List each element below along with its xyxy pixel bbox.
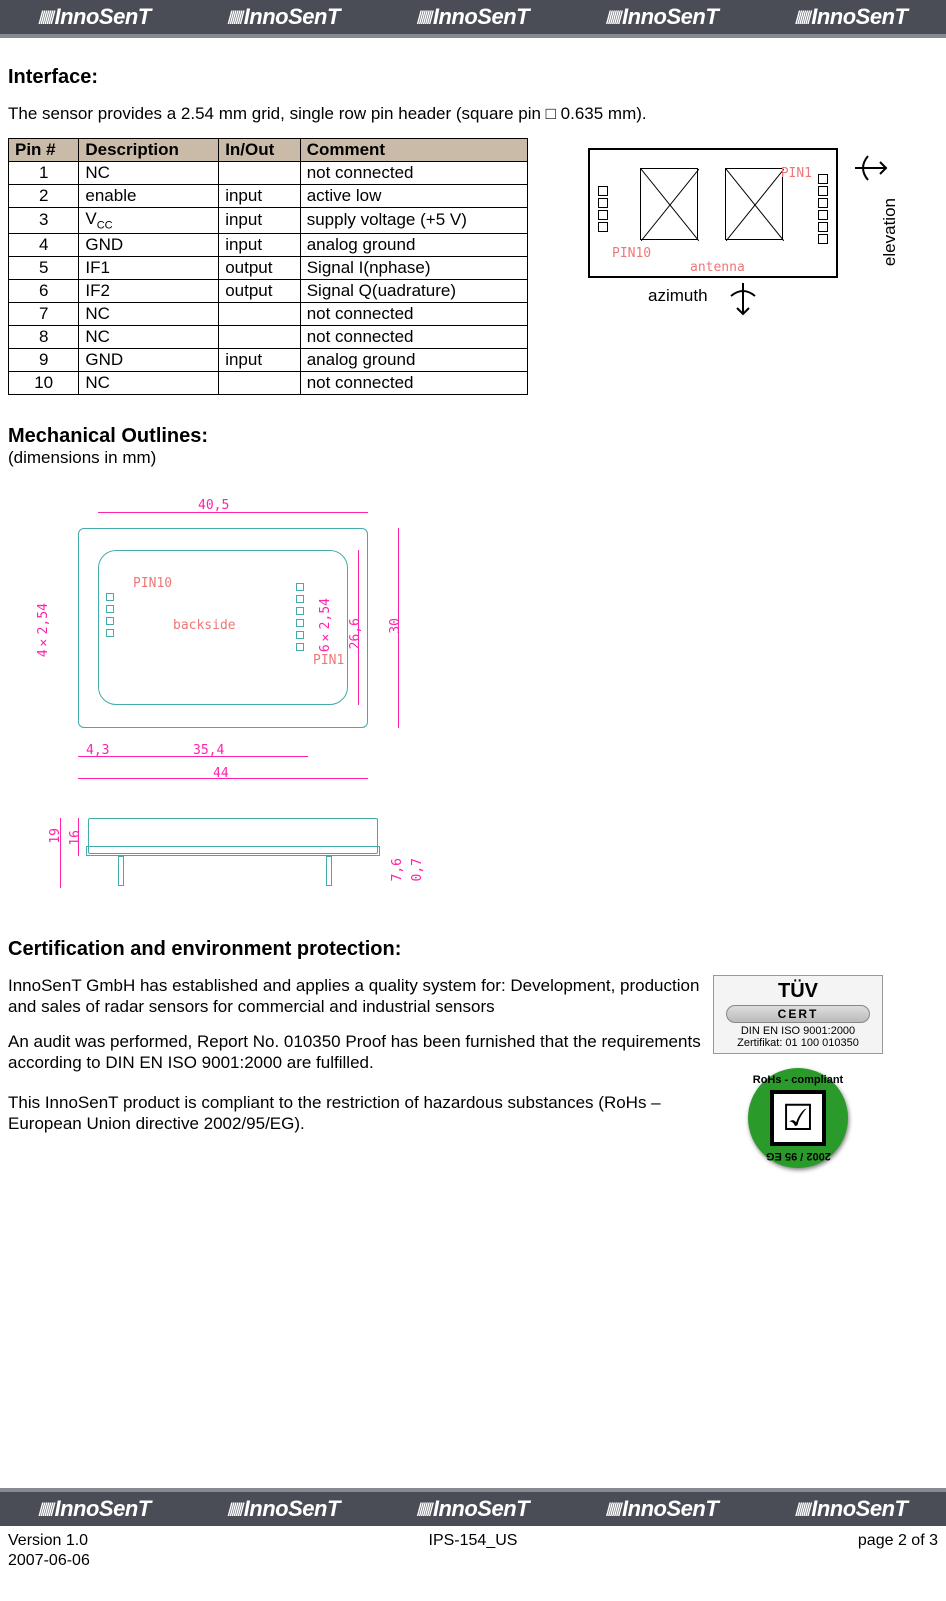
label-elevation: elevation — [880, 198, 900, 266]
dim-pitch-6: 6×2,54 — [318, 598, 333, 652]
dim-height-inner: 26,6 — [348, 618, 363, 649]
label-pin1: PIN1 — [781, 166, 812, 181]
label-antenna: antenna — [690, 260, 745, 275]
mechanical-drawing: PIN10 PIN1 backside 40,5 4,3 35,4 44 30 … — [18, 488, 418, 908]
dim-side-p2: 0,7 — [410, 858, 425, 881]
dim-width-inner: 40,5 — [198, 498, 229, 513]
cert-paragraph-1: InnoSenT GmbH has established and applie… — [8, 975, 708, 1018]
brand-logo: ///////InnoSenT — [38, 4, 150, 30]
footer-page: page 2 of 3 — [858, 1532, 938, 1550]
mechanical-subtitle: (dimensions in mm) — [8, 448, 938, 468]
brand-logo: ///////InnoSenT — [228, 4, 340, 30]
interface-intro: The sensor provides a 2.54 mm grid, sing… — [8, 103, 938, 124]
brand-logo: ///////InnoSenT — [606, 1496, 718, 1522]
label-pin1: PIN1 — [313, 653, 344, 668]
brand-logo: ///////InnoSenT — [38, 1496, 150, 1522]
azimuth-arrow-icon — [723, 278, 763, 318]
table-row: 5IF1outputSignal I(nphase) — [9, 256, 528, 279]
brand-logo: ///////InnoSenT — [795, 4, 907, 30]
cert-paragraph-3: This InnoSenT product is compliant to th… — [8, 1092, 708, 1135]
tuv-badge: TÜV CERT DIN EN ISO 9001:2000 Zertifikat… — [713, 975, 883, 1054]
th-pin: Pin # — [9, 139, 79, 162]
dim-pitch-4: 4×2,54 — [36, 603, 51, 657]
th-comment: Comment — [300, 139, 527, 162]
th-desc: Description — [79, 139, 219, 162]
table-row: 3VCCinputsupply voltage (+5 V) — [9, 208, 528, 233]
brand-logo: ///////InnoSenT — [417, 1496, 529, 1522]
checkmark-icon: ☑ — [770, 1090, 826, 1146]
brand-logo: ///////InnoSenT — [417, 4, 529, 30]
th-io: In/Out — [219, 139, 301, 162]
table-row: 6IF2outputSignal Q(uadrature) — [9, 279, 528, 302]
label-azimuth: azimuth — [648, 286, 708, 306]
table-row: 10NCnot connected — [9, 371, 528, 394]
brand-logo: ///////InnoSenT — [228, 1496, 340, 1522]
footer-doc: IPS-154_US — [429, 1532, 518, 1550]
section-title-interface: Interface: — [8, 66, 938, 89]
antenna-diagram: PIN1 PIN10 antenna azimuth elevation — [588, 138, 908, 328]
footer-banner: ///////InnoSenT ///////InnoSenT ///////I… — [0, 1488, 946, 1526]
table-row: 9GNDinputanalog ground — [9, 348, 528, 371]
cert-paragraph-2: An audit was performed, Report No. 01035… — [8, 1031, 708, 1074]
table-row: 8NCnot connected — [9, 325, 528, 348]
dim-side-h2: 16 — [68, 830, 83, 846]
dim-height-full: 30 — [388, 618, 403, 634]
label-pin10: PIN10 — [612, 246, 651, 261]
elevation-arrow-icon — [850, 148, 890, 188]
dim-side-p1: 7,6 — [390, 858, 405, 881]
section-title-certification: Certification and environment protection… — [8, 938, 938, 961]
footer-meta: Version 1.0 IPS-154_US page 2 of 3 — [0, 1526, 946, 1550]
table-row: 7NCnot connected — [9, 302, 528, 325]
brand-logo: ///////InnoSenT — [606, 4, 718, 30]
brand-logo: ///////InnoSenT — [795, 1496, 907, 1522]
table-row: 2enableinputactive low — [9, 185, 528, 208]
footer-date: 2007-06-06 — [0, 1550, 946, 1580]
table-row: 1NCnot connected — [9, 162, 528, 185]
rohs-badge: RoHs - compliant ☑ 2002 / 95 EG — [748, 1068, 848, 1168]
table-row: 4GNDinputanalog ground — [9, 233, 528, 256]
section-title-mechanical: Mechanical Outlines: — [8, 425, 938, 448]
footer-version: Version 1.0 — [8, 1532, 88, 1550]
pin-table: Pin # Description In/Out Comment 1NCnot … — [8, 138, 528, 394]
header-banner: ///////InnoSenT ///////InnoSenT ///////I… — [0, 0, 946, 38]
label-pin10: PIN10 — [133, 576, 172, 591]
label-backside: backside — [173, 618, 236, 633]
